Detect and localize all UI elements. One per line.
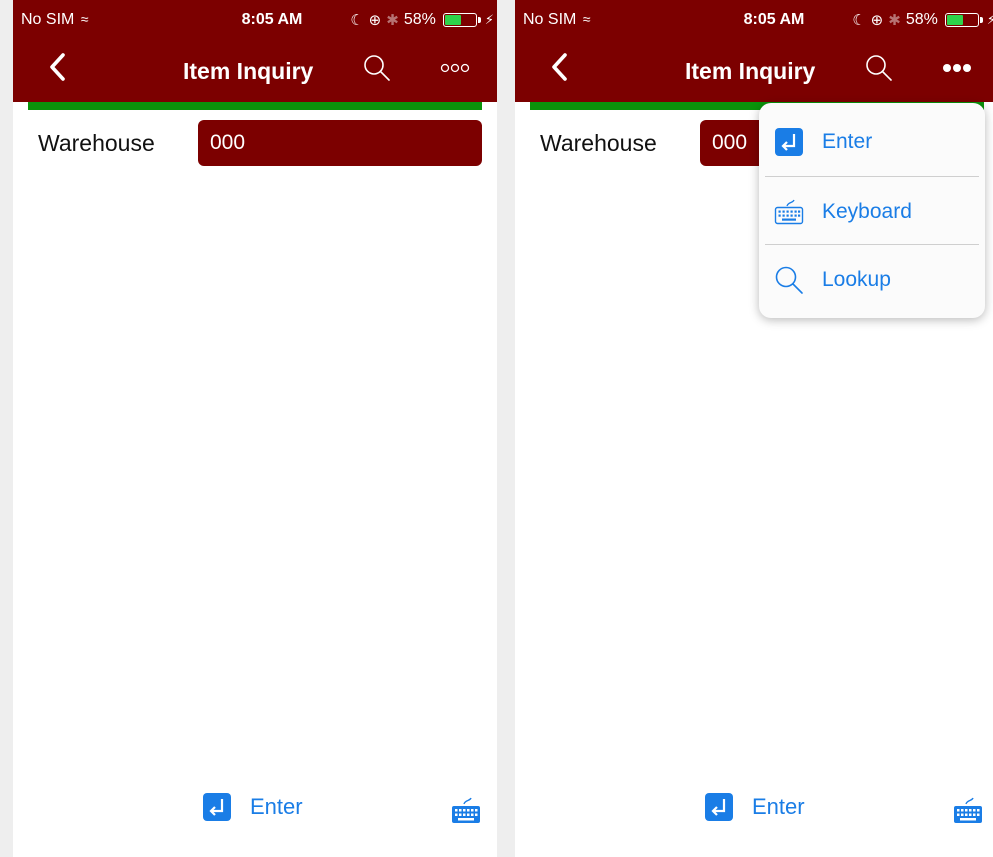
battery-fill xyxy=(444,15,462,25)
enter-icon xyxy=(775,128,803,156)
status-bar: No SIM ≈ 8:05 AM ☾ ⊕ ✱ 58% ⚡ xyxy=(515,0,993,40)
enter-button[interactable]: Enter xyxy=(203,793,303,821)
nav-bar: Item Inquiry xyxy=(515,40,993,102)
nav-bar: Item Inquiry xyxy=(13,40,497,102)
enter-icon xyxy=(705,793,733,821)
menu-item-lookup[interactable]: Lookup xyxy=(759,245,985,313)
enter-label: Enter xyxy=(250,794,303,819)
search-icon[interactable] xyxy=(865,54,893,82)
battery-fill xyxy=(946,15,964,25)
warehouse-label: Warehouse xyxy=(540,130,657,156)
charging-icon: ⚡ xyxy=(986,12,993,27)
screen-menu-open: No SIM ≈ 8:05 AM ☾ ⊕ ✱ 58% ⚡ Item Inquir… xyxy=(515,0,993,857)
search-icon[interactable] xyxy=(363,54,391,82)
page-title: Item Inquiry xyxy=(183,58,314,84)
more-dots-icon[interactable] xyxy=(940,56,974,80)
screen-default: No SIM ≈ 8:05 AM ☾ ⊕ ✱ 58% ⚡ Item Inquir… xyxy=(13,0,497,857)
warehouse-input[interactable]: 000 xyxy=(198,120,482,166)
bluetooth-icon: ✱ xyxy=(888,12,901,29)
chevron-left-icon[interactable] xyxy=(41,50,75,84)
page-title: Item Inquiry xyxy=(685,58,816,84)
accent-divider xyxy=(28,102,482,110)
orientation-lock-icon: ⊕ xyxy=(368,12,382,29)
enter-button[interactable]: Enter xyxy=(705,793,805,821)
status-bar: No SIM ≈ 8:05 AM ☾ ⊕ ✱ 58% ⚡ xyxy=(13,0,497,40)
moon-icon: ☾ xyxy=(350,12,364,29)
enter-icon xyxy=(203,793,231,821)
menu-item-keyboard[interactable]: Keyboard xyxy=(759,177,985,245)
moon-icon: ☾ xyxy=(852,12,866,29)
keyboard-icon[interactable] xyxy=(952,795,984,827)
menu-item-label: Enter xyxy=(822,130,873,153)
actions-menu: Enter Keyboard Lookup xyxy=(759,103,985,318)
menu-item-enter[interactable]: Enter xyxy=(759,107,985,175)
orientation-lock-icon: ⊕ xyxy=(870,12,884,29)
keyboard-icon xyxy=(774,199,804,225)
search-icon xyxy=(775,266,803,294)
warehouse-row: Warehouse 000 xyxy=(13,120,497,166)
battery-icon xyxy=(442,13,481,27)
keyboard-icon[interactable] xyxy=(450,795,482,827)
bluetooth-icon: ✱ xyxy=(386,12,399,29)
menu-item-label: Lookup xyxy=(822,268,891,291)
battery-icon xyxy=(944,13,983,27)
enter-label: Enter xyxy=(752,794,805,819)
menu-item-label: Keyboard xyxy=(822,200,912,223)
chevron-left-icon[interactable] xyxy=(543,50,577,84)
battery-percent: 58% xyxy=(403,11,436,28)
more-dots-icon[interactable] xyxy=(438,56,472,80)
charging-icon: ⚡ xyxy=(484,12,494,27)
battery-percent: 58% xyxy=(905,11,938,28)
warehouse-label: Warehouse xyxy=(38,130,155,156)
